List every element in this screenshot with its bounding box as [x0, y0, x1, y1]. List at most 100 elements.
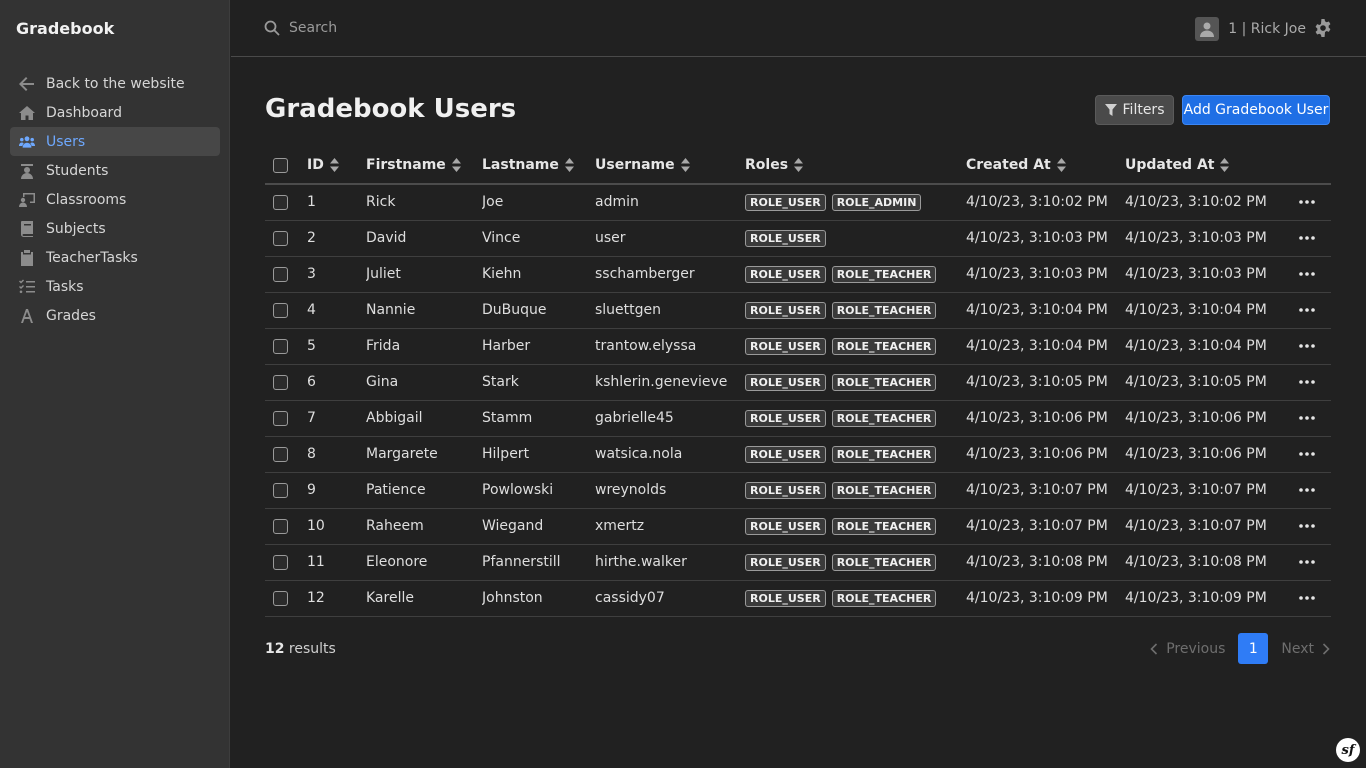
row-checkbox[interactable] [273, 302, 288, 318]
list-check-icon [17, 279, 37, 295]
table-row[interactable]: 6 Gina Stark kshlerin.genevieve ROLE_USER ROL… [265, 364, 1331, 401]
column-header-username[interactable]: Username [595, 147, 745, 185]
column-header-label: Updated At [1125, 157, 1215, 173]
cell-id: 9 [307, 472, 366, 509]
table-header-row: ID Firstname Lastname Username Roles Cre… [265, 147, 1331, 185]
more-horizontal-icon [1299, 200, 1315, 205]
row-checkbox[interactable] [273, 446, 288, 462]
column-header-id[interactable]: ID [307, 147, 366, 185]
cell-roles: ROLE_USER ROLE_TEACHER [745, 328, 966, 365]
select-all-checkbox[interactable] [273, 157, 288, 173]
row-checkbox[interactable] [273, 482, 288, 498]
row-actions-button[interactable] [1289, 560, 1331, 564]
row-checkbox[interactable] [273, 410, 288, 426]
table-row[interactable]: 3 Juliet Kiehn sschamberger ROLE_USER ROLE_TE… [265, 256, 1331, 293]
symfony-logo-icon[interactable]: sf [1336, 738, 1360, 762]
row-checkbox[interactable] [273, 338, 288, 354]
row-actions-button[interactable] [1289, 308, 1331, 312]
row-actions-button[interactable] [1289, 416, 1331, 420]
table-row[interactable]: 4 Nannie DuBuque sluettgen ROLE_USER ROLE_TEA… [265, 292, 1331, 329]
column-header-lastname[interactable]: Lastname [482, 147, 595, 185]
role-badge: ROLE_TEACHER [831, 409, 937, 427]
row-actions-button[interactable] [1289, 272, 1331, 276]
student-icon [17, 163, 37, 179]
sidebar-item-teachertasks[interactable]: TeacherTasks [10, 243, 220, 272]
gear-icon[interactable] [1314, 19, 1332, 37]
previous-page-button[interactable]: Previous [1150, 641, 1225, 657]
table-row[interactable]: 9 Patience Powlowski wreynolds ROLE_USER ROLE… [265, 472, 1331, 509]
cell-firstname: Patience [366, 472, 482, 509]
cell-id: 11 [307, 544, 366, 581]
cell-roles: ROLE_USER ROLE_TEACHER [745, 364, 966, 401]
sidebar-item-tasks[interactable]: Tasks [10, 272, 220, 301]
row-checkbox[interactable] [273, 518, 288, 534]
cell-updated-at: 4/10/23, 3:10:04 PM [1125, 292, 1289, 329]
row-actions-button[interactable] [1289, 236, 1331, 240]
cell-roles: ROLE_USER [745, 220, 966, 257]
sidebar-item-subjects[interactable]: Subjects [10, 214, 220, 243]
role-badge: ROLE_ADMIN [831, 193, 922, 211]
cell-firstname: Abbigail [366, 400, 482, 437]
row-select-cell [265, 220, 307, 257]
more-horizontal-icon [1299, 236, 1315, 240]
row-checkbox[interactable] [273, 554, 288, 570]
sidebar-item-grades[interactable]: Grades [10, 301, 220, 330]
table-row[interactable]: 10 Raheem Wiegand xmertz ROLE_USER ROLE_TEACH… [265, 508, 1331, 545]
row-checkbox[interactable] [273, 194, 288, 210]
sidebar-item-label: Tasks [46, 278, 84, 295]
table-row[interactable]: 1 Rick Joe admin ROLE_USER ROLE_ADMIN 4/10/23,… [265, 184, 1331, 221]
cell-username: hirthe.walker [595, 544, 745, 581]
sidebar-item-label: TeacherTasks [46, 249, 138, 266]
row-actions-button[interactable] [1289, 344, 1331, 348]
column-header-updated-at[interactable]: Updated At [1125, 147, 1289, 185]
cell-username: trantow.elyssa [595, 328, 745, 365]
column-header-created-at[interactable]: Created At [966, 147, 1125, 185]
role-badge: ROLE_USER [745, 229, 826, 247]
cell-actions [1289, 184, 1331, 221]
sidebar-item-students[interactable]: Students [10, 156, 220, 185]
sidebar: Gradebook Back to the website Dashboard … [0, 0, 230, 768]
users-icon [17, 134, 37, 150]
row-actions-button[interactable] [1289, 380, 1331, 384]
role-badge: ROLE_USER [745, 193, 826, 211]
more-horizontal-icon [1299, 416, 1315, 420]
table-row[interactable]: 7 Abbigail Stamm gabrielle45 ROLE_USER ROLE_T… [265, 400, 1331, 437]
page-button-current[interactable]: 1 [1238, 633, 1269, 664]
column-header-roles[interactable]: Roles [745, 147, 966, 185]
sidebar-item-label: Classrooms [46, 191, 127, 208]
table-row[interactable]: 5 Frida Harber trantow.elyssa ROLE_USER ROLE_… [265, 328, 1331, 365]
table-row[interactable]: 11 Eleonore Pfannerstill hirthe.walker ROLE_… [265, 544, 1331, 581]
sidebar-item-dashboard[interactable]: Dashboard [10, 98, 220, 127]
row-checkbox[interactable] [273, 230, 288, 246]
sidebar-item-users[interactable]: Users [10, 127, 220, 156]
brand-title[interactable]: Gradebook [16, 19, 114, 38]
sidebar-item-classrooms[interactable]: Classrooms [10, 185, 220, 214]
cell-roles: ROLE_USER ROLE_TEACHER [745, 472, 966, 509]
table-row[interactable]: 2 David Vince user ROLE_USER 4/10/23, 3:10:03… [265, 220, 1331, 257]
cell-firstname: Frida [366, 328, 482, 365]
sort-icon [1220, 158, 1230, 172]
cell-roles: ROLE_USER ROLE_TEACHER [745, 580, 966, 617]
cell-created-at: 4/10/23, 3:10:03 PM [966, 220, 1125, 257]
row-actions-button[interactable] [1289, 596, 1331, 600]
row-actions-button[interactable] [1289, 452, 1331, 456]
filters-button[interactable]: Filters [1095, 95, 1174, 125]
cell-created-at: 4/10/23, 3:10:09 PM [966, 580, 1125, 617]
cell-firstname: Rick [366, 184, 482, 221]
column-header-firstname[interactable]: Firstname [366, 147, 482, 185]
search-input[interactable] [289, 16, 689, 40]
sidebar-item-back-to-website[interactable]: Back to the website [10, 69, 220, 98]
table-row[interactable]: 8 Margarete Hilpert watsica.nola ROLE_USER RO… [265, 436, 1331, 473]
add-user-button[interactable]: Add Gradebook User [1182, 95, 1330, 125]
row-checkbox[interactable] [273, 590, 288, 606]
next-page-button[interactable]: Next [1281, 641, 1330, 657]
user-menu[interactable]: 1 | Rick Joe [1195, 17, 1306, 41]
cell-username: kshlerin.genevieve [595, 364, 745, 401]
row-checkbox[interactable] [273, 374, 288, 390]
row-actions-button[interactable] [1289, 488, 1331, 492]
row-checkbox[interactable] [273, 266, 288, 282]
cell-id: 1 [307, 184, 366, 221]
row-actions-button[interactable] [1289, 524, 1331, 528]
row-actions-button[interactable] [1289, 200, 1331, 205]
table-row[interactable]: 12 Karelle Johnston cassidy07 ROLE_USER ROLE_… [265, 580, 1331, 617]
